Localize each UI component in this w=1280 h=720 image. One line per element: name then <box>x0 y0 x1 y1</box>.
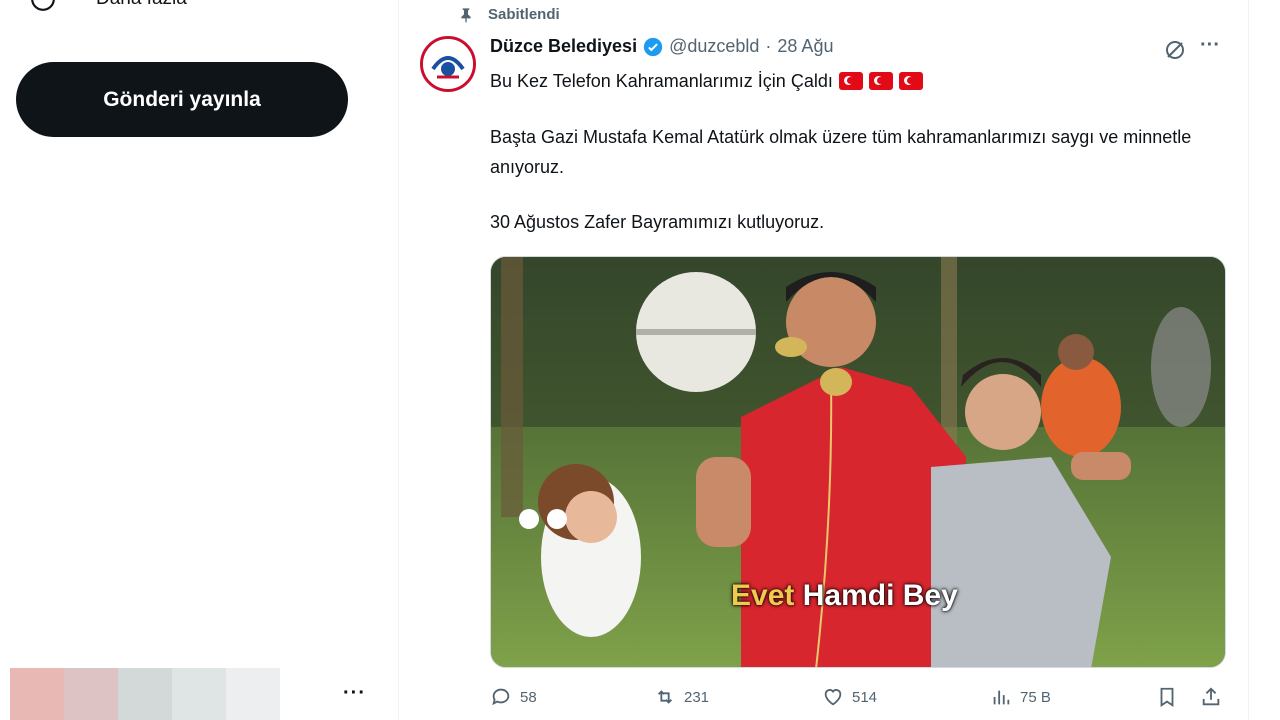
more-icon <box>31 0 55 11</box>
verified-icon <box>643 37 663 56</box>
share-button[interactable] <box>1200 686 1222 708</box>
blur-block <box>172 668 226 720</box>
turkey-flag-icon <box>898 72 923 90</box>
tweet-date[interactable]: 28 Ağu <box>777 36 833 57</box>
blur-block <box>118 668 172 720</box>
tweet-title: Bu Kez Telefon Kahramanlarımız İçin Çald… <box>490 71 833 91</box>
reply-count: 58 <box>520 688 537 706</box>
share-icon <box>1202 687 1220 706</box>
tweet-menu-button[interactable]: ··· <box>1200 34 1220 57</box>
like-icon <box>824 689 842 706</box>
views-icon <box>993 690 1010 705</box>
tweet-header: Düzce Belediyesi @duzcebld · 28 Ağu <box>490 36 833 57</box>
video-caption-text: Hamdi Bey <box>802 579 958 612</box>
column-divider <box>1248 0 1249 720</box>
turkey-flag-icon <box>868 72 893 90</box>
left-sidebar: Daha fazla Gönderi yayınla ··· <box>0 0 398 720</box>
video-caption: Evet Hamdi Bey <box>731 579 958 613</box>
views-button[interactable]: 75 B <box>990 686 1051 708</box>
municipality-logo-icon <box>423 39 473 89</box>
blur-block <box>10 668 64 720</box>
tweet-text-paragraph: Başta Gazi Mustafa Kemal Atatürk olmak ü… <box>490 127 1192 177</box>
author-handle[interactable]: @duzcebld <box>669 36 759 57</box>
nav-item-more-label: Daha fazla <box>96 0 187 10</box>
like-count: 514 <box>852 688 878 706</box>
post-button[interactable]: Gönderi yayınla <box>16 62 348 137</box>
tweet-text-line1: Bu Kez Telefon Kahramanlarımız İçin Çald… <box>490 66 1230 96</box>
reply-icon <box>492 688 510 706</box>
account-menu-button[interactable]: ··· <box>343 682 366 705</box>
tweet-media-video[interactable]: Evet Hamdi Bey <box>490 256 1226 668</box>
blur-block <box>226 668 280 720</box>
video-caption-highlight: Evet <box>731 579 795 612</box>
tweet-text-paragraph: 30 Ağustos Zafer Bayramımızı kutluyoruz. <box>490 212 825 232</box>
repost-count: 231 <box>684 688 710 706</box>
pinned-indicator: Sabitlendi <box>458 6 560 23</box>
bookmark-icon <box>1160 687 1174 707</box>
reply-button[interactable]: 58 <box>490 686 537 708</box>
separator: · <box>765 36 772 56</box>
repost-icon <box>657 690 673 704</box>
account-switcher-blurred[interactable] <box>10 668 280 720</box>
column-divider <box>398 0 399 720</box>
author-name[interactable]: Düzce Belediyesi <box>490 36 637 57</box>
tweet-action-bar: 58 231 514 75 B <box>490 686 1230 716</box>
turkey-flag-icon <box>838 72 863 90</box>
nav-item-more[interactable]: Daha fazla <box>30 0 187 12</box>
pinned-label: Sabitlendi <box>488 6 560 23</box>
grok-icon[interactable] <box>1163 38 1187 62</box>
bookmark-button[interactable] <box>1156 686 1178 708</box>
blur-block <box>64 668 118 720</box>
like-button[interactable]: 514 <box>822 686 877 708</box>
pin-icon <box>461 7 471 23</box>
views-count: 75 B <box>1020 688 1051 706</box>
repost-button[interactable]: 231 <box>654 686 709 708</box>
avatar[interactable] <box>420 36 476 92</box>
